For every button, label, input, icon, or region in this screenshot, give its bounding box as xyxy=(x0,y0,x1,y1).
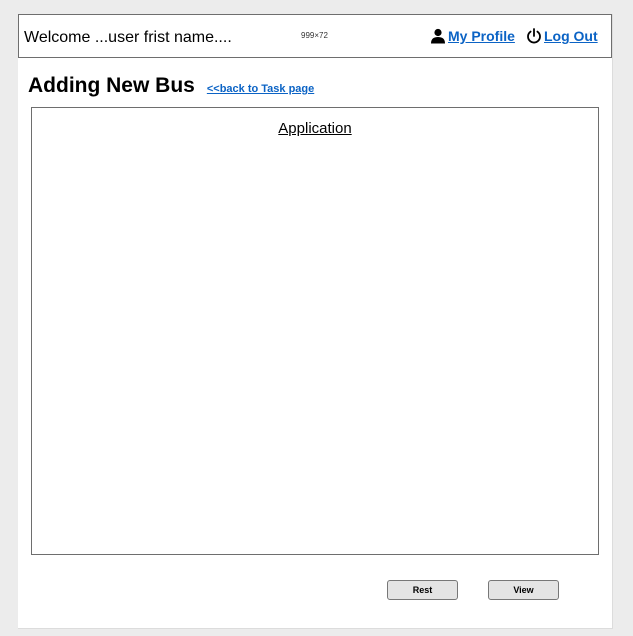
view-button[interactable]: View xyxy=(488,580,559,600)
page-title: Adding New Bus xyxy=(28,74,195,97)
page-container: Welcome ...user frist name.... 999×72 My… xyxy=(18,14,613,629)
welcome-text: Welcome ...user frist name.... xyxy=(24,29,232,46)
size-label: 999×72 xyxy=(301,31,328,40)
back-to-task-page-link[interactable]: <<back to Task page xyxy=(207,83,314,95)
application-panel: Application xyxy=(31,107,599,555)
log-out-label: Log Out xyxy=(544,28,598,44)
my-profile-label: My Profile xyxy=(448,28,515,44)
my-profile-link[interactable]: My Profile xyxy=(430,26,515,46)
rest-button[interactable]: Rest xyxy=(387,580,458,600)
user-icon xyxy=(430,28,446,44)
log-out-link[interactable]: Log Out xyxy=(526,26,598,46)
application-title: Application xyxy=(278,120,352,137)
title-row: Adding New Bus <<back to Task page xyxy=(28,74,314,98)
power-icon xyxy=(526,28,542,44)
header-bar: Welcome ...user frist name.... 999×72 My… xyxy=(18,14,612,58)
